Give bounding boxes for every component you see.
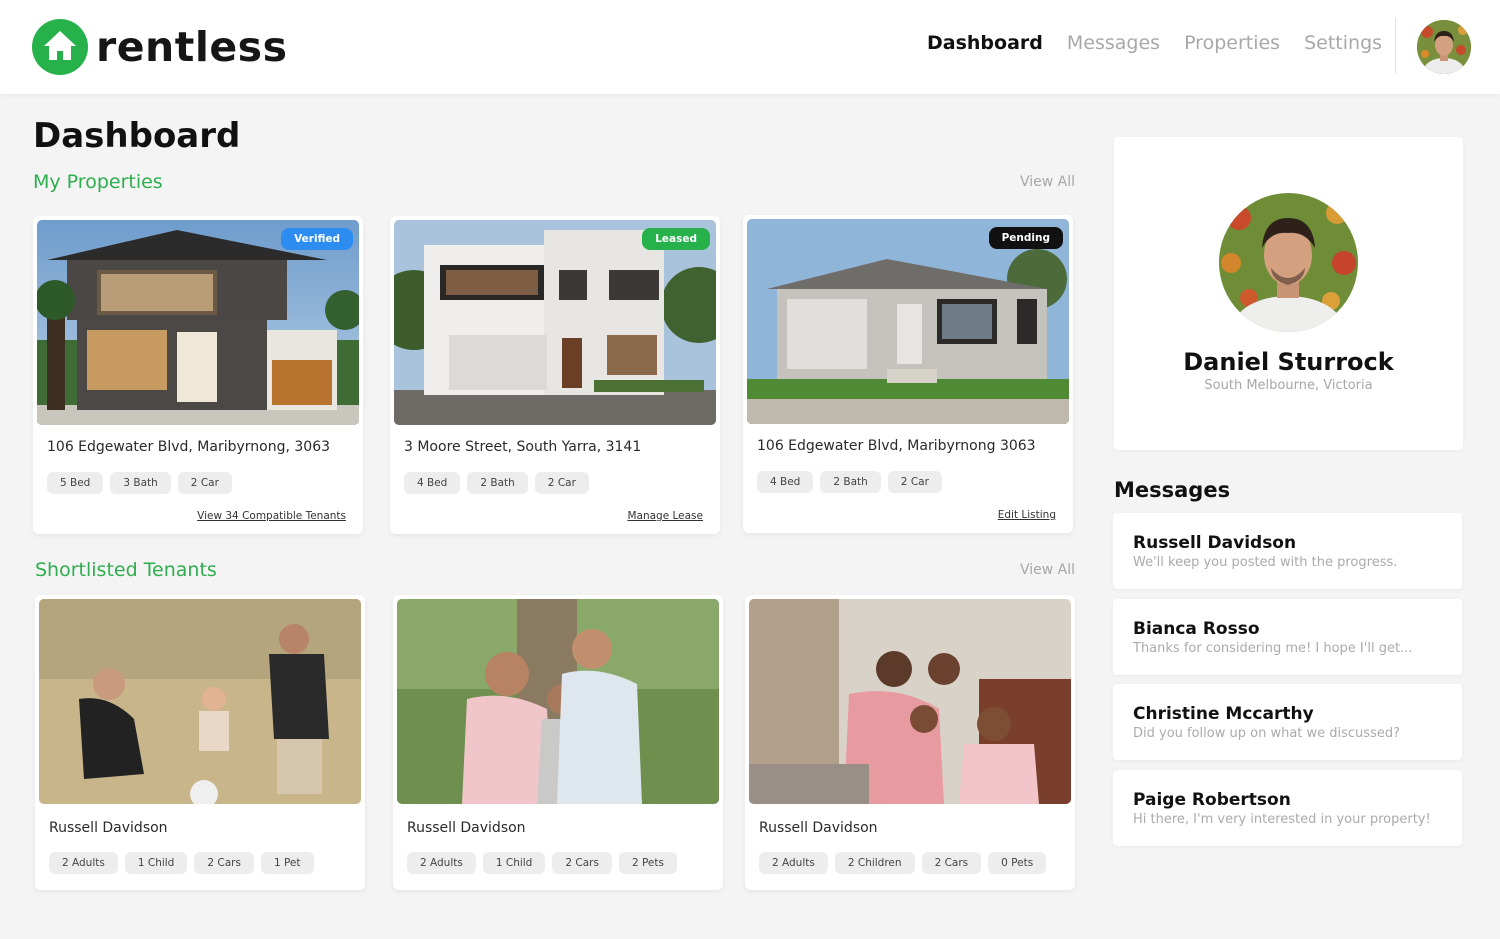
nav-settings[interactable]: Settings (1304, 32, 1382, 54)
property-features: 4 Bed 2 Bath 2 Car (757, 471, 949, 493)
tenant-tag: 2 Cars (921, 852, 982, 874)
tenant-photo (749, 599, 1071, 804)
property-card[interactable]: Verified 106 Edgewater Blvd, Maribyrnong… (33, 216, 363, 534)
tenant-tag: 2 Children (834, 852, 915, 874)
tenant-tag: 2 Cars (194, 852, 254, 874)
page-title: Dashboard (33, 116, 241, 156)
tenant-tag: 2 Cars (552, 852, 612, 874)
property-features: 4 Bed 2 Bath 2 Car (404, 472, 596, 494)
feature-chip: 2 Car (177, 472, 232, 494)
tenant-name: Russell Davidson (407, 820, 526, 836)
compatible-tenants-link[interactable]: View 34 Compatible Tenants (197, 510, 346, 522)
main-nav: Dashboard Messages Properties Settings (927, 32, 1406, 54)
feature-chip: 4 Bed (404, 472, 461, 494)
property-address: 3 Moore Street, South Yarra, 3141 (404, 439, 642, 455)
message-item[interactable]: Christine Mccarthy Did you follow up on … (1113, 684, 1462, 760)
message-preview: We'll keep you posted with the progress. (1133, 555, 1398, 570)
tenant-tag: 2 Adults (759, 852, 828, 874)
tenant-tag: 0 Pets (988, 852, 1047, 874)
nav-dashboard[interactable]: Dashboard (927, 32, 1043, 54)
property-address: 106 Edgewater Blvd, Maribyrnong, 3063 (47, 439, 331, 455)
tenant-photo (39, 599, 361, 804)
message-preview: Thanks for considering me! I hope I'll g… (1133, 641, 1413, 656)
edit-listing-link[interactable]: Edit Listing (998, 509, 1056, 521)
tenant-name: Russell Davidson (759, 820, 878, 836)
property-card[interactable]: Pending 106 Edgewater Blvd, Maribyrnong … (743, 215, 1073, 533)
tenant-tag: 2 Adults (407, 852, 476, 874)
message-sender: Russell Davidson (1133, 533, 1297, 553)
tenant-tags: 2 Adults 1 Child 2 Cars 1 Pet (49, 852, 321, 874)
tenants-view-all-link[interactable]: View All (1020, 562, 1075, 578)
profile-avatar[interactable] (1219, 193, 1358, 332)
my-properties-heading: My Properties (33, 171, 163, 193)
feature-chip: 2 Car (534, 472, 589, 494)
property-card[interactable]: Leased 3 Moore Street, South Yarra, 3141… (390, 216, 720, 534)
house-icon (32, 19, 88, 75)
profile-location: South Melbourne, Victoria (1204, 378, 1373, 393)
property-address: 106 Edgewater Blvd, Maribyrnong 3063 (757, 438, 1036, 454)
profile-name: Daniel Sturrock (1183, 348, 1394, 376)
status-badge: Verified (281, 228, 353, 250)
messages-heading: Messages (1114, 478, 1231, 502)
feature-chip: 2 Bath (467, 472, 528, 494)
user-avatar[interactable] (1417, 20, 1471, 74)
profile-card: Daniel Sturrock South Melbourne, Victori… (1114, 137, 1463, 450)
manage-lease-link[interactable]: Manage Lease (627, 510, 703, 522)
tenant-card[interactable]: Russell Davidson 2 Adults 2 Children 2 C… (745, 595, 1075, 890)
nav-messages[interactable]: Messages (1067, 32, 1160, 54)
property-features: 5 Bed 3 Bath 2 Car (47, 472, 239, 494)
property-photo: Pending (747, 219, 1069, 424)
message-sender: Christine Mccarthy (1133, 704, 1314, 724)
feature-chip: 4 Bed (757, 471, 814, 493)
shortlisted-tenants-heading: Shortlisted Tenants (35, 559, 217, 581)
tenant-tags: 2 Adults 1 Child 2 Cars 2 Pets (407, 852, 684, 874)
message-item[interactable]: Paige Robertson Hi there, I'm very inter… (1113, 770, 1462, 846)
tenant-tag: 1 Pet (260, 852, 314, 874)
logo[interactable]: rentless (32, 19, 287, 75)
tenant-card[interactable]: Russell Davidson 2 Adults 1 Child 2 Cars… (35, 595, 365, 890)
properties-view-all-link[interactable]: View All (1020, 174, 1075, 190)
tenant-tags: 2 Adults 2 Children 2 Cars 0 Pets (759, 852, 1053, 874)
tenant-name: Russell Davidson (49, 820, 168, 836)
message-item[interactable]: Bianca Rosso Thanks for considering me! … (1113, 599, 1462, 675)
tenant-photo (397, 599, 719, 804)
status-badge: Pending (988, 227, 1063, 249)
message-sender: Paige Robertson (1133, 790, 1291, 810)
nav-divider (1395, 18, 1396, 74)
message-preview: Hi there, I'm very interested in your pr… (1133, 812, 1431, 827)
top-header: rentless Dashboard Messages Properties S… (0, 0, 1500, 94)
nav-properties[interactable]: Properties (1184, 32, 1280, 54)
feature-chip: 2 Bath (820, 471, 881, 493)
tenant-tag: 2 Adults (49, 852, 118, 874)
logo-text: rentless (96, 23, 288, 71)
tenant-tag: 2 Pets (618, 852, 677, 874)
message-preview: Did you follow up on what we discussed? (1133, 726, 1400, 741)
tenant-card[interactable]: Russell Davidson 2 Adults 1 Child 2 Cars… (393, 595, 723, 890)
tenant-tag: 1 Child (124, 852, 188, 874)
message-sender: Bianca Rosso (1133, 619, 1260, 639)
feature-chip: 5 Bed (47, 472, 104, 494)
property-photo: Verified (37, 220, 359, 425)
status-badge: Leased (642, 228, 710, 250)
feature-chip: 3 Bath (110, 472, 171, 494)
message-item[interactable]: Russell Davidson We'll keep you posted w… (1113, 513, 1462, 589)
feature-chip: 2 Car (887, 471, 942, 493)
tenant-tag: 1 Child (482, 852, 546, 874)
property-photo: Leased (394, 220, 716, 425)
